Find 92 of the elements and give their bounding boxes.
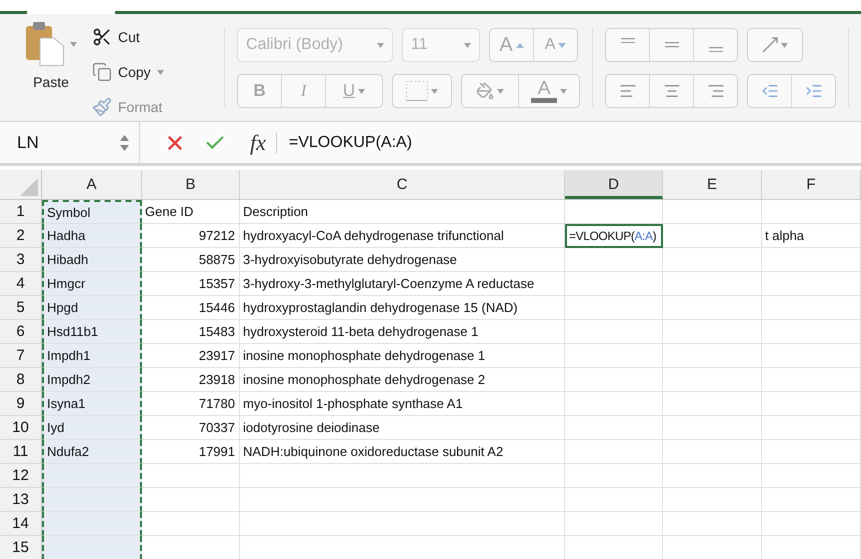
down-triangle-icon xyxy=(558,42,566,48)
column-header[interactable]: F xyxy=(762,170,861,199)
row-header[interactable]: 4 xyxy=(0,272,42,296)
table-cell: Hibadh xyxy=(42,248,142,272)
row-header[interactable]: 7 xyxy=(0,344,42,368)
table-cell: myo-inositol 1-phosphate synthase A1 xyxy=(240,392,565,416)
table-cell: 15446 xyxy=(142,296,240,320)
orientation-button[interactable] xyxy=(747,28,804,62)
row-header[interactable]: 2 xyxy=(0,224,42,248)
table-cell: iodotyrosine deiodinase xyxy=(240,416,565,440)
table-cell: 97212 xyxy=(142,224,240,248)
up-triangle-icon xyxy=(516,42,524,48)
clipboard-icon xyxy=(26,22,64,66)
table-cell: inosine monophosphate dehydrogenase 2 xyxy=(240,368,565,392)
row-header[interactable]: 1 xyxy=(0,200,42,224)
diagonal-arrow-icon xyxy=(762,37,778,53)
caret-icon xyxy=(358,88,366,94)
table-cell: 70337 xyxy=(142,416,240,440)
table-cell: hydroxyacyl-CoA dehydrogenase trifunctional xyxy=(240,224,565,248)
table-cell: Hsd11b1 xyxy=(42,320,142,344)
cell-editor[interactable]: =VLOOKUP(A:A) xyxy=(565,224,663,248)
paintbrush-icon xyxy=(92,97,112,117)
borders-button[interactable] xyxy=(392,74,452,108)
column-header[interactable]: D xyxy=(565,170,663,199)
table-cell: 15357 xyxy=(142,272,240,296)
row-header[interactable]: 13 xyxy=(0,488,42,512)
lines-icon xyxy=(620,38,635,44)
table-cell: Iyd xyxy=(42,416,142,440)
scissors-icon xyxy=(92,27,112,47)
table-cell: Hmgcr xyxy=(42,272,142,296)
table-cell: Symbol xyxy=(42,200,142,224)
table-cell: Isyna1 xyxy=(42,392,142,416)
table-cell: 71780 xyxy=(142,392,240,416)
table-cell: Hadha xyxy=(42,224,142,248)
formula-input[interactable]: =VLOOKUP(A:A) xyxy=(288,134,412,152)
copy-button[interactable]: Copy xyxy=(92,59,164,85)
caret-icon xyxy=(560,88,568,94)
row-header[interactable]: 3 xyxy=(0,248,42,272)
table-cell: Impdh2 xyxy=(42,368,142,392)
table-cell: Ndufa2 xyxy=(42,440,142,464)
caret-icon xyxy=(781,42,788,48)
row-header[interactable]: 6 xyxy=(0,320,42,344)
table-cell: Description xyxy=(240,200,565,224)
insert-function-button[interactable]: fx xyxy=(250,132,277,154)
caret-icon xyxy=(377,42,384,48)
table-cell: NADH:ubiquinone oxidoreductase subunit A2 xyxy=(240,440,565,464)
indent-decrease-icon xyxy=(760,82,779,100)
table-cell: 15483 xyxy=(142,320,240,344)
row-header[interactable]: 5 xyxy=(0,296,42,320)
row-header[interactable]: 9 xyxy=(0,392,42,416)
table-cell: t alpha xyxy=(762,224,861,248)
caret-icon xyxy=(431,88,438,94)
table-cell: 23918 xyxy=(142,368,240,392)
caret-icon xyxy=(464,42,472,48)
table-cell: 3-hydroxyisobutyrate dehydrogenase xyxy=(240,248,565,272)
table-cell: 3-hydroxy-3-methylglutaryl-Coenzyme A reductase xyxy=(240,272,565,296)
align-left-icon xyxy=(618,82,637,100)
table-cell: hydroxysteroid 11-beta dehydrogenase 1 xyxy=(240,320,565,344)
cut-button[interactable]: Cut xyxy=(92,24,164,50)
table-cell: 23917 xyxy=(142,344,240,368)
row-header[interactable]: 14 xyxy=(0,512,42,536)
paint-bucket-icon xyxy=(476,82,494,100)
color-bar-icon xyxy=(531,98,558,102)
copy-icon xyxy=(92,62,112,82)
column-header[interactable]: B xyxy=(142,170,240,199)
table-cell: Gene ID xyxy=(142,200,240,224)
caret-icon xyxy=(497,88,504,94)
table-cell: Hpgd xyxy=(42,296,142,320)
row-header[interactable]: 12 xyxy=(0,464,42,488)
align-center-icon xyxy=(662,82,681,100)
table-cell: Impdh1 xyxy=(42,344,142,368)
stepper-icon xyxy=(120,134,129,150)
align-right-icon xyxy=(706,82,725,100)
column-header[interactable]: A xyxy=(42,170,142,199)
table-cell: hydroxyprostaglandin dehydrogenase 15 (NAD) xyxy=(240,296,565,320)
caret-icon xyxy=(156,70,164,74)
table-cell: 17991 xyxy=(142,440,240,464)
borders-icon xyxy=(406,81,428,101)
row-header[interactable]: 15 xyxy=(0,536,42,559)
lines-icon xyxy=(664,42,679,48)
row-header[interactable]: 11 xyxy=(0,440,42,464)
table-cell: inosine monophosphate dehydrogenase 1 xyxy=(240,344,565,368)
table-cell: 58875 xyxy=(142,248,240,272)
caret-icon xyxy=(70,42,76,46)
name-box[interactable]: LN xyxy=(0,122,140,163)
row-header[interactable]: 10 xyxy=(0,416,42,440)
corner-triangle-icon xyxy=(20,178,38,196)
lines-icon xyxy=(708,46,723,52)
paste-button[interactable]: Paste xyxy=(26,22,76,90)
indent-increase-icon xyxy=(804,82,823,100)
column-header[interactable]: E xyxy=(663,170,762,199)
row-header[interactable]: 8 xyxy=(0,368,42,392)
